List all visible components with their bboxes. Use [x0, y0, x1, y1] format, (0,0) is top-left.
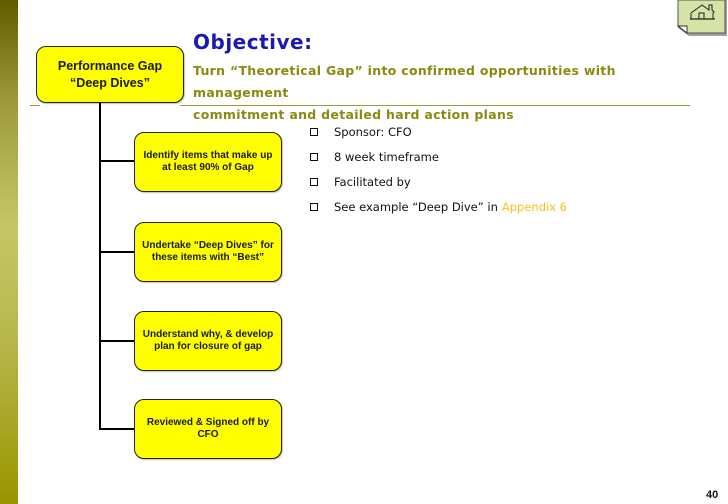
square-bullet-icon [310, 177, 318, 186]
step-box-deep-dives: Undertake “Deep Dives” for these items w… [134, 222, 282, 282]
bullet-text: Facilitated by [334, 174, 411, 189]
root-line-2: “Deep Dives” [70, 75, 150, 90]
performance-gap-box: Performance Gap “Deep Dives” [36, 46, 184, 103]
bullet-item: See example “Deep Dive” in Appendix 6 [310, 194, 567, 219]
bullet-text: Sponsor: CFO [334, 124, 412, 139]
step-box-understand: Understand why, & develop plan for closu… [134, 311, 282, 371]
objective-title: Objective: [193, 30, 313, 54]
square-bullet-icon [310, 127, 318, 136]
connector-step-2 [99, 251, 134, 253]
divider-line [180, 105, 690, 106]
side-accent-bar [0, 0, 18, 504]
objective-description: Turn “Theoretical Gap” into confirmed op… [193, 60, 713, 126]
objective-line-1: Turn “Theoretical Gap” into confirmed op… [193, 63, 616, 100]
home-button[interactable] [669, 0, 728, 38]
bullet-text: 8 week timeframe [334, 149, 439, 164]
bullet-item: Facilitated by [310, 169, 567, 194]
connector-step-3 [99, 340, 134, 342]
square-bullet-icon [310, 202, 318, 211]
bullet-item: Sponsor: CFO [310, 119, 567, 144]
step-label: Reviewed & Signed off by CFO [146, 417, 270, 440]
page-number: 40 [706, 489, 719, 501]
square-bullet-icon [310, 152, 318, 161]
bullet-item: 8 week timeframe [310, 144, 567, 169]
divider-line-left [30, 105, 40, 106]
home-icon [676, 0, 727, 36]
bullet-list: Sponsor: CFO 8 week timeframe Facilitate… [310, 119, 567, 219]
step-label: Understand why, & develop plan for closu… [142, 329, 274, 352]
step-box-identify: Identify items that make up at least 90%… [134, 132, 282, 192]
appendix-6-link[interactable]: Appendix 6 [502, 200, 567, 214]
connector-vertical [99, 103, 101, 430]
connector-step-1 [99, 160, 134, 162]
step-label: Identify items that make up at least 90%… [143, 150, 273, 173]
root-line-1: Performance Gap [57, 58, 163, 73]
step-label: Undertake “Deep Dives” for these items w… [142, 240, 274, 263]
connector-step-4 [99, 428, 134, 430]
bullet-text: See example “Deep Dive” in [334, 199, 498, 214]
step-box-signoff: Reviewed & Signed off by CFO [134, 399, 282, 459]
